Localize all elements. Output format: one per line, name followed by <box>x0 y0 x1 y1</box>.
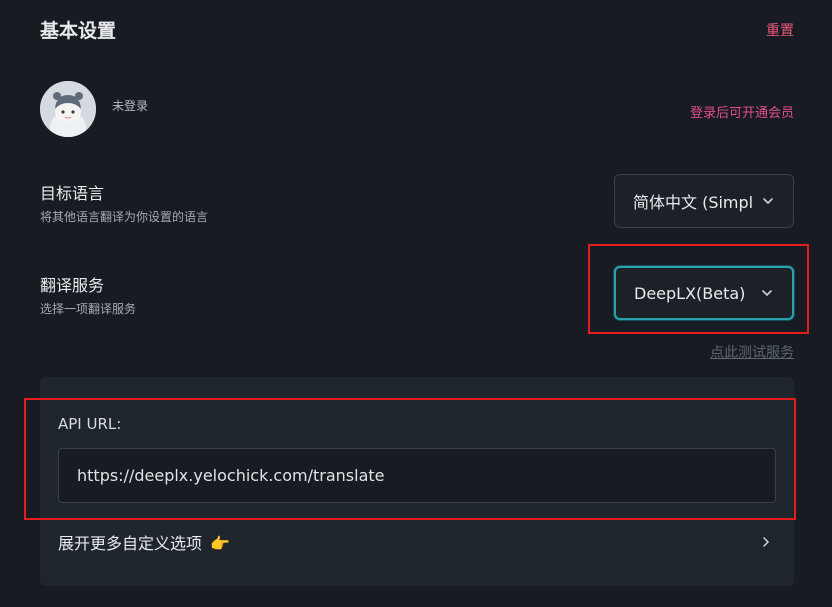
reset-button[interactable]: 重置 <box>766 20 794 40</box>
avatar[interactable] <box>40 81 96 137</box>
pointing-hand-icon: 👉 <box>210 534 230 553</box>
target-language-value: 简体中文 (Simplified Chinese) <box>633 193 753 212</box>
vip-login-link[interactable]: 登录后可开通会员 <box>690 102 794 121</box>
chevron-down-icon <box>763 198 773 205</box>
target-language-title: 目标语言 <box>40 184 105 203</box>
target-language-select[interactable]: 简体中文 (Simplified Chinese) <box>614 174 794 228</box>
more-options-label: 展开更多自定义选项 👉 <box>58 534 230 553</box>
chevron-down-icon <box>762 290 772 297</box>
translation-service-description: 选择一项翻译服务 <box>40 302 137 316</box>
translation-service-select[interactable]: DeepLX(Beta) <box>614 266 794 320</box>
api-url-label: API URL: <box>58 415 122 433</box>
user-avatar-icon <box>40 81 96 137</box>
api-url-input[interactable] <box>58 448 776 503</box>
translation-service-value: DeepLX(Beta) <box>634 283 746 303</box>
more-options-toggle[interactable]: 展开更多自定义选项 👉 <box>40 520 794 564</box>
page-title: 基本设置 <box>40 20 117 42</box>
test-service-link[interactable]: 点此测试服务 <box>710 342 794 362</box>
chevron-right-icon <box>763 537 770 547</box>
translation-service-title: 翻译服务 <box>40 276 105 295</box>
login-status: 未登录 <box>112 99 149 113</box>
target-language-description: 将其他语言翻译为你设置的语言 <box>40 210 209 224</box>
